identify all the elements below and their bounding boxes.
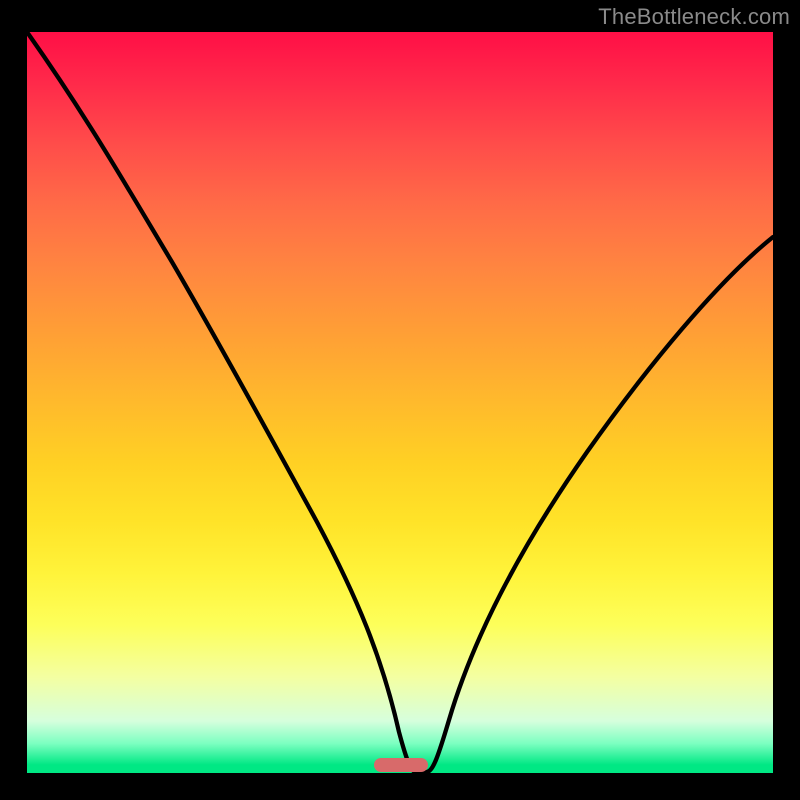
- bottleneck-curve: [27, 32, 773, 773]
- optimal-marker: [374, 758, 428, 772]
- chart-frame: TheBottleneck.com: [0, 0, 800, 800]
- plot-area: [27, 32, 773, 773]
- attribution-label: TheBottleneck.com: [598, 4, 790, 30]
